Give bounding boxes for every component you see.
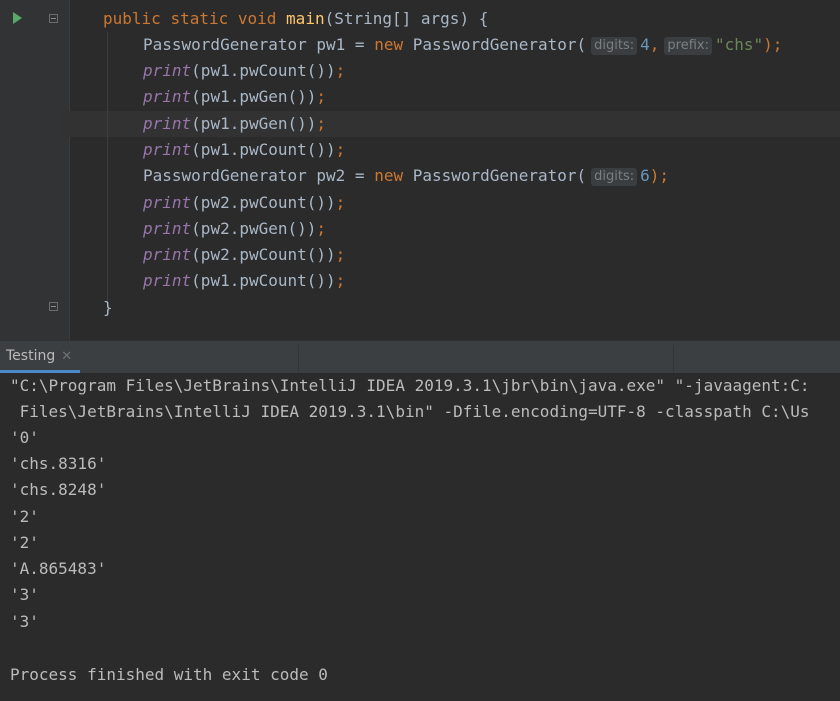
code-line-call: print(pw1.pwCount());	[143, 271, 346, 290]
console-line: '2'	[10, 507, 39, 526]
console-line: '2'	[10, 533, 39, 552]
console-output[interactable]: "C:\Program Files\JetBrains\IntelliJ IDE…	[0, 373, 840, 701]
console-line: "C:\Program Files\JetBrains\IntelliJ IDE…	[10, 376, 810, 395]
tool-window-header: Testing ✕	[0, 340, 840, 373]
tab-label: Testing	[6, 348, 56, 364]
console-line-exit: Process finished with exit code 0	[10, 665, 328, 684]
console-line: 'chs.8248'	[10, 480, 107, 499]
code-line-call: print(pw1.pwCount());	[143, 61, 346, 80]
close-icon[interactable]: ✕	[61, 349, 72, 364]
run-icon[interactable]	[13, 12, 22, 24]
code-line-closing-brace: }	[103, 298, 113, 317]
code-line-main: public static void main(String[] args) {	[103, 9, 489, 28]
code-line-pw1: PasswordGenerator pw1 = new PasswordGene…	[143, 35, 783, 55]
param-hint-digits: digits:	[591, 37, 638, 55]
console-line: 'A.865483'	[10, 559, 107, 578]
header-divider	[673, 345, 674, 373]
console-line: '0'	[10, 428, 39, 447]
console-line: '3'	[10, 612, 39, 631]
fold-open-icon[interactable]	[49, 14, 58, 23]
fold-close-icon[interactable]	[49, 302, 58, 311]
indent-guide	[107, 32, 108, 302]
code-line-call: print(pw2.pwCount());	[143, 245, 346, 264]
code-line-call: print(pw2.pwCount());	[143, 193, 346, 212]
gutter-separator	[69, 0, 70, 340]
code-line-call: print(pw2.pwGen());	[143, 219, 327, 238]
console-line: '3'	[10, 585, 39, 604]
code-line-call-current: print(pw1.pwGen());	[143, 114, 327, 133]
param-hint-digits: digits:	[591, 168, 638, 186]
code-line-call: print(pw1.pwGen());	[143, 87, 327, 106]
tab-testing[interactable]: Testing ✕	[0, 341, 81, 373]
editor-gutter	[0, 0, 70, 340]
console-line: Files\JetBrains\IntelliJ IDEA 2019.3.1\b…	[10, 402, 810, 421]
code-editor[interactable]: public static void main(String[] args) {…	[0, 0, 840, 340]
header-divider	[298, 345, 299, 373]
code-line-call: print(pw1.pwCount());	[143, 140, 346, 159]
code-line-pw2: PasswordGenerator pw2 = new PasswordGene…	[143, 166, 670, 186]
param-hint-prefix: prefix:	[664, 37, 712, 55]
console-line: 'chs.8316'	[10, 454, 107, 473]
